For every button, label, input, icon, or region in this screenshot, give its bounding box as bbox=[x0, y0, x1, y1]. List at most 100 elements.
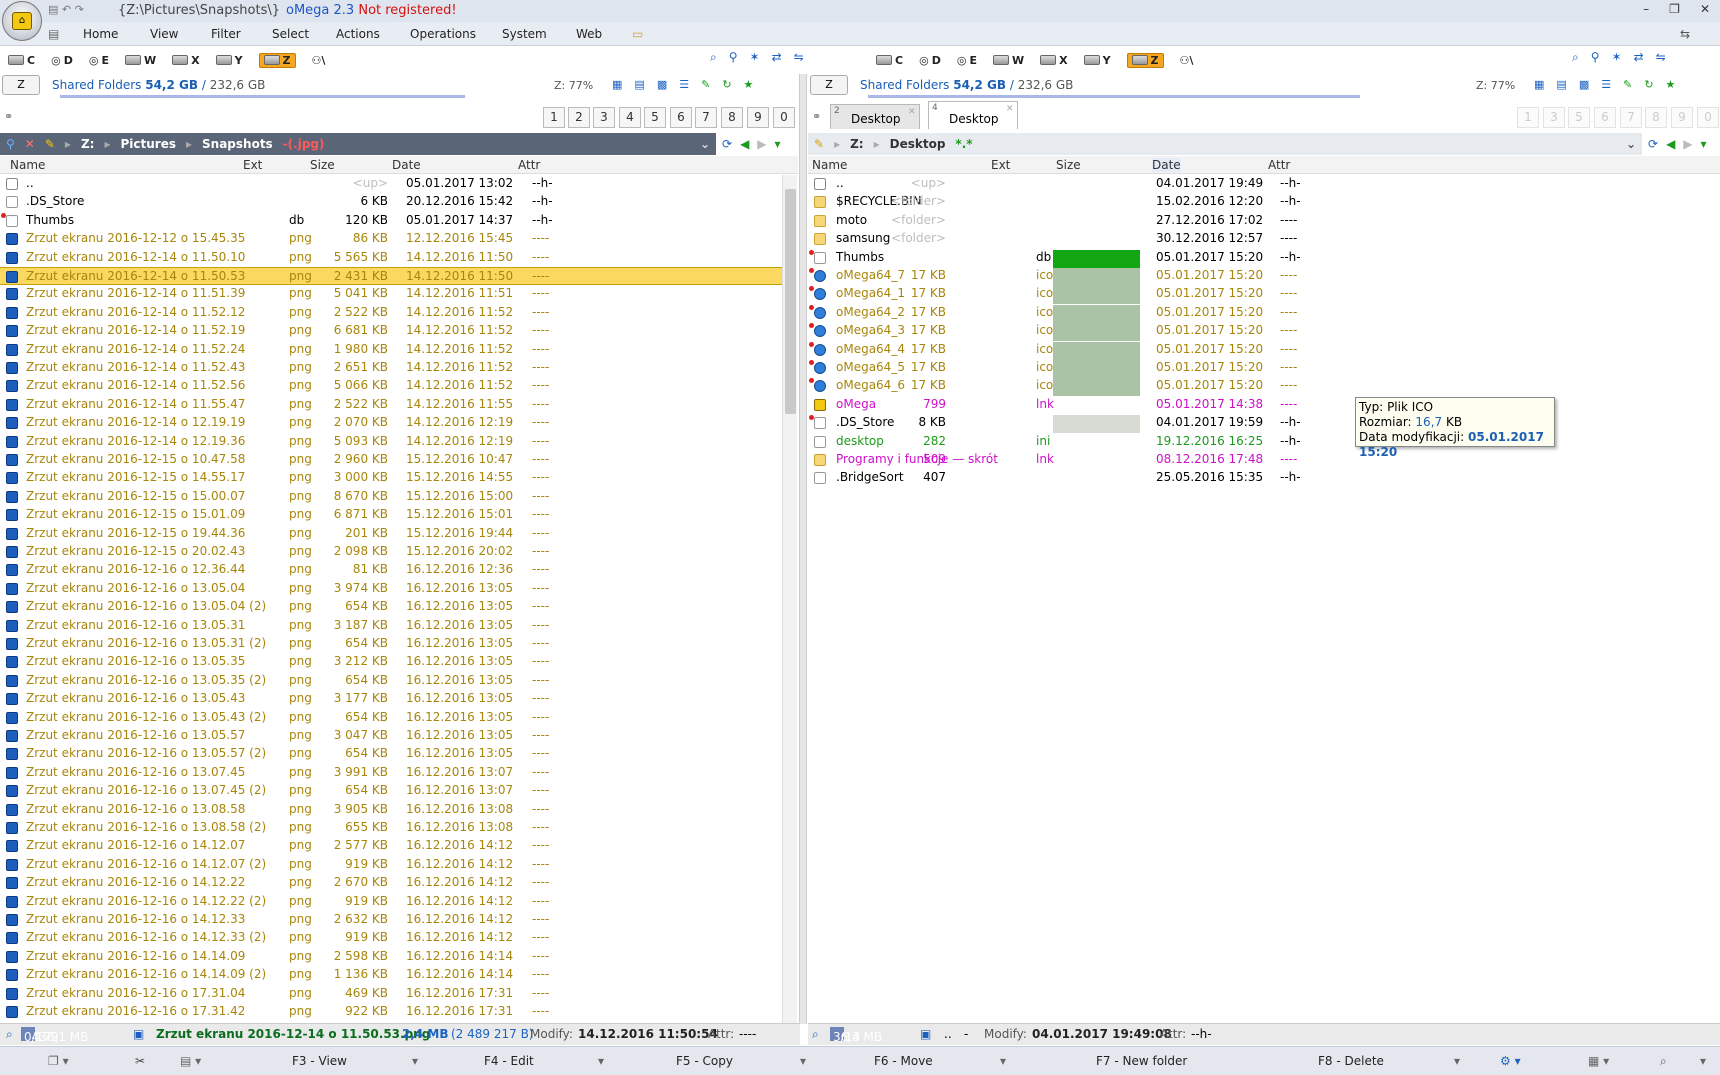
file-row[interactable]: Zrzut ekranu 2016-12-14 o 11.55.47 png 2 5… bbox=[0, 396, 782, 414]
file-row[interactable]: oMega64_5 ico 17 KB 05.01.2017 15:20 ---- bbox=[808, 359, 1720, 378]
file-row[interactable]: samsung <folder> 30.12.2016 12:57 ---- bbox=[808, 230, 1720, 248]
file-row[interactable]: oMega64_7 ico 17 KB 05.01.2017 15:20 ---- bbox=[808, 267, 1720, 286]
close-icon[interactable]: ✕ bbox=[1700, 2, 1710, 16]
tab-7[interactable]: 7 bbox=[695, 107, 717, 128]
file-row[interactable]: oMega64_1 ico 17 KB 05.01.2017 15:20 ---- bbox=[808, 285, 1720, 305]
left-scrollbar[interactable] bbox=[782, 175, 797, 1023]
filter-star-icon[interactable]: ✶ bbox=[750, 50, 760, 65]
file-row[interactable]: Zrzut ekranu 2016-12-16 o 13.05.35 png 3 2… bbox=[0, 653, 782, 671]
file-row[interactable]: desktop ini 282 19.12.2016 16:25 --h- bbox=[808, 433, 1720, 451]
star-green-icon[interactable]: ★ bbox=[744, 78, 754, 91]
file-row[interactable]: Zrzut ekranu 2016-12-16 o 13.05.31 png 3 1… bbox=[0, 617, 782, 635]
star-green-icon[interactable]: ★ bbox=[1666, 78, 1676, 91]
chevron-down-icon[interactable]: ▾ bbox=[1454, 1054, 1460, 1068]
refresh-green-icon[interactable]: ↻ bbox=[1644, 78, 1653, 91]
tab-9[interactable]: 9 bbox=[1671, 107, 1693, 128]
history-icon[interactable]: ▾ bbox=[1701, 137, 1707, 151]
filter-icon[interactable]: ⚲ bbox=[6, 137, 15, 151]
layout-icon[interactable]: ⇆ bbox=[1680, 27, 1690, 41]
tab-9[interactable]: 9 bbox=[747, 107, 769, 128]
file-row[interactable]: Zrzut ekranu 2016-12-16 o 14.12.07 png 2 5… bbox=[0, 837, 782, 855]
drive-c-button[interactable]: C bbox=[8, 54, 35, 67]
menu-pin-icon[interactable]: ▤ bbox=[48, 27, 59, 41]
col-size[interactable]: Size bbox=[1056, 158, 1081, 172]
filter-icon[interactable]: ⚲ bbox=[1591, 50, 1600, 65]
file-row[interactable]: Thumbs db 6 472 KB 05.01.2017 15:20 --h- bbox=[808, 249, 1720, 268]
drive-x-button[interactable]: X bbox=[1040, 54, 1068, 67]
drive-w-button[interactable]: W bbox=[124, 54, 156, 67]
file-row[interactable]: Zrzut ekranu 2016-12-16 o 17.31.42 png 922… bbox=[0, 1003, 782, 1021]
file-row[interactable]: .DS_Store 8 KB 04.01.2017 19:59 --h- bbox=[808, 414, 1720, 434]
file-row[interactable]: Zrzut ekranu 2016-12-14 o 12.19.36 png 5 0… bbox=[0, 433, 782, 451]
f4-edit-button[interactable]: F4 - Edit bbox=[484, 1054, 534, 1068]
file-row[interactable]: .BridgeSort 407 25.05.2016 15:35 --h- bbox=[808, 469, 1720, 487]
file-row[interactable]: .DS_Store 6 KB 20.12.2016 15:42 --h- bbox=[0, 193, 782, 211]
file-row[interactable]: Zrzut ekranu 2016-12-16 o 13.08.58 (2) pn… bbox=[0, 819, 782, 837]
col-name[interactable]: Name bbox=[812, 158, 847, 172]
file-row[interactable]: Zrzut ekranu 2016-12-14 o 11.52.24 png 1 9… bbox=[0, 341, 782, 359]
edit-path-icon[interactable]: ✎ bbox=[814, 137, 824, 151]
view-grid-icon[interactable]: ▦ bbox=[1534, 78, 1544, 91]
edit-path-icon[interactable]: ✎ bbox=[45, 137, 55, 151]
file-row[interactable]: Zrzut ekranu 2016-12-14 o 11.52.19 png 6 6… bbox=[0, 322, 782, 340]
tab-2[interactable]: 2 bbox=[568, 107, 590, 128]
menu-operations[interactable]: Operations bbox=[410, 27, 476, 41]
refresh-green-icon[interactable]: ↻ bbox=[722, 78, 731, 91]
file-row[interactable]: Zrzut ekranu 2016-12-16 o 13.07.45 png 3 9… bbox=[0, 764, 782, 782]
tab-desktop-4[interactable]: 4 Desktop ✕ bbox=[928, 101, 1018, 129]
filter-clear-icon[interactable]: ✕ bbox=[25, 137, 35, 151]
filter-star-icon[interactable]: ✶ bbox=[1612, 50, 1622, 65]
tab-1[interactable]: 1 bbox=[543, 107, 565, 128]
file-row[interactable]: Zrzut ekranu 2016-12-16 o 13.05.43 (2) pn… bbox=[0, 709, 782, 727]
f7-new-folder-button[interactable]: F7 - New folder bbox=[1096, 1054, 1187, 1068]
history-icon[interactable]: ▾ bbox=[775, 137, 781, 151]
file-row[interactable]: Zrzut ekranu 2016-12-16 o 13.05.43 png 3 1… bbox=[0, 690, 782, 708]
chevron-down-icon[interactable]: ▾ bbox=[1000, 1054, 1006, 1068]
crumb-drive[interactable]: Z: bbox=[81, 137, 95, 151]
tab-7[interactable]: 7 bbox=[1620, 107, 1642, 128]
col-ext[interactable]: Ext bbox=[243, 158, 262, 172]
file-row[interactable]: Zrzut ekranu 2016-12-15 o 15.00.07 png 8 6… bbox=[0, 488, 782, 506]
crumb-desktop[interactable]: Desktop bbox=[890, 137, 946, 151]
right-filter-label[interactable]: *.* bbox=[955, 137, 972, 151]
file-row[interactable]: Zrzut ekranu 2016-12-14 o 12.19.19 png 2 0… bbox=[0, 414, 782, 432]
view-details-icon[interactable]: ▤ bbox=[1556, 78, 1566, 91]
file-row[interactable]: Zrzut ekranu 2016-12-16 o 12.36.44 png 81 … bbox=[0, 561, 782, 579]
sync-icon[interactable]: ⇋ bbox=[794, 50, 804, 65]
file-row[interactable]: Programy i funkcje — skrót lnk 509 08.12.20… bbox=[808, 451, 1720, 469]
drive-d-button[interactable]: ◎ D bbox=[51, 54, 73, 67]
col-date[interactable]: Date bbox=[1152, 158, 1181, 172]
file-row[interactable]: Zrzut ekranu 2016-12-15 o 19.44.36 png 201… bbox=[0, 525, 782, 543]
file-row[interactable]: Zrzut ekranu 2016-12-14 o 11.50.53 png 2 4… bbox=[0, 267, 782, 285]
file-row[interactable]: moto <folder> 27.12.2016 17:02 ---- bbox=[808, 212, 1720, 230]
view-grid-icon[interactable]: ▦ bbox=[612, 78, 622, 91]
scroll-thumb[interactable] bbox=[785, 189, 796, 414]
drive-z-button[interactable]: Z bbox=[258, 52, 296, 68]
file-row[interactable]: Zrzut ekranu 2016-12-14 o 11.51.39 png 5 0… bbox=[0, 285, 782, 303]
file-row[interactable]: Zrzut ekranu 2016-12-15 o 20.02.43 png 2 0… bbox=[0, 543, 782, 561]
file-row[interactable]: oMega64_3 ico 17 KB 05.01.2017 15:20 ---- bbox=[808, 322, 1720, 342]
zoom-icon[interactable]: ⌕ bbox=[1660, 1054, 1667, 1069]
file-row[interactable]: Zrzut ekranu 2016-12-16 o 13.05.57 png 3 0… bbox=[0, 727, 782, 745]
refresh-icon[interactable]: ⟳ bbox=[1648, 137, 1658, 151]
search-icon[interactable]: ⌕ bbox=[710, 50, 717, 65]
f6-move-button[interactable]: F6 - Move bbox=[874, 1054, 933, 1068]
chevron-down-icon[interactable]: ▾ bbox=[1700, 1054, 1706, 1068]
layout-icon[interactable]: ▦ ▾ bbox=[1588, 1054, 1609, 1068]
file-row[interactable]: Zrzut ekranu 2016-12-15 o 10.47.58 png 2 9… bbox=[0, 451, 782, 469]
tab-0[interactable]: 0 bbox=[773, 107, 795, 128]
file-row[interactable]: Zrzut ekranu 2016-12-16 o 14.12.22 (2) pn… bbox=[0, 893, 782, 911]
col-name[interactable]: Name bbox=[10, 158, 45, 172]
file-row[interactable]: Zrzut ekranu 2016-12-14 o 11.52.43 png 2 6… bbox=[0, 359, 782, 377]
file-row[interactable]: Zrzut ekranu 2016-12-15 o 15.01.09 png 6 8… bbox=[0, 506, 782, 524]
crumb-pictures[interactable]: Pictures bbox=[120, 137, 176, 151]
chevron-down-icon[interactable]: ▾ bbox=[598, 1054, 604, 1068]
menu-actions[interactable]: Actions bbox=[336, 27, 380, 41]
tab-1[interactable]: 1 bbox=[1517, 107, 1539, 128]
view-thumb-icon[interactable]: ▩ bbox=[1579, 78, 1589, 91]
col-ext[interactable]: Ext bbox=[991, 158, 1010, 172]
search-icon[interactable]: ⌕ bbox=[812, 1027, 819, 1042]
tab-0[interactable]: 0 bbox=[1697, 107, 1719, 128]
file-row[interactable]: Zrzut ekranu 2016-12-16 o 14.14.09 png 2 5… bbox=[0, 948, 782, 966]
back-icon[interactable]: ◀ bbox=[1666, 137, 1675, 151]
